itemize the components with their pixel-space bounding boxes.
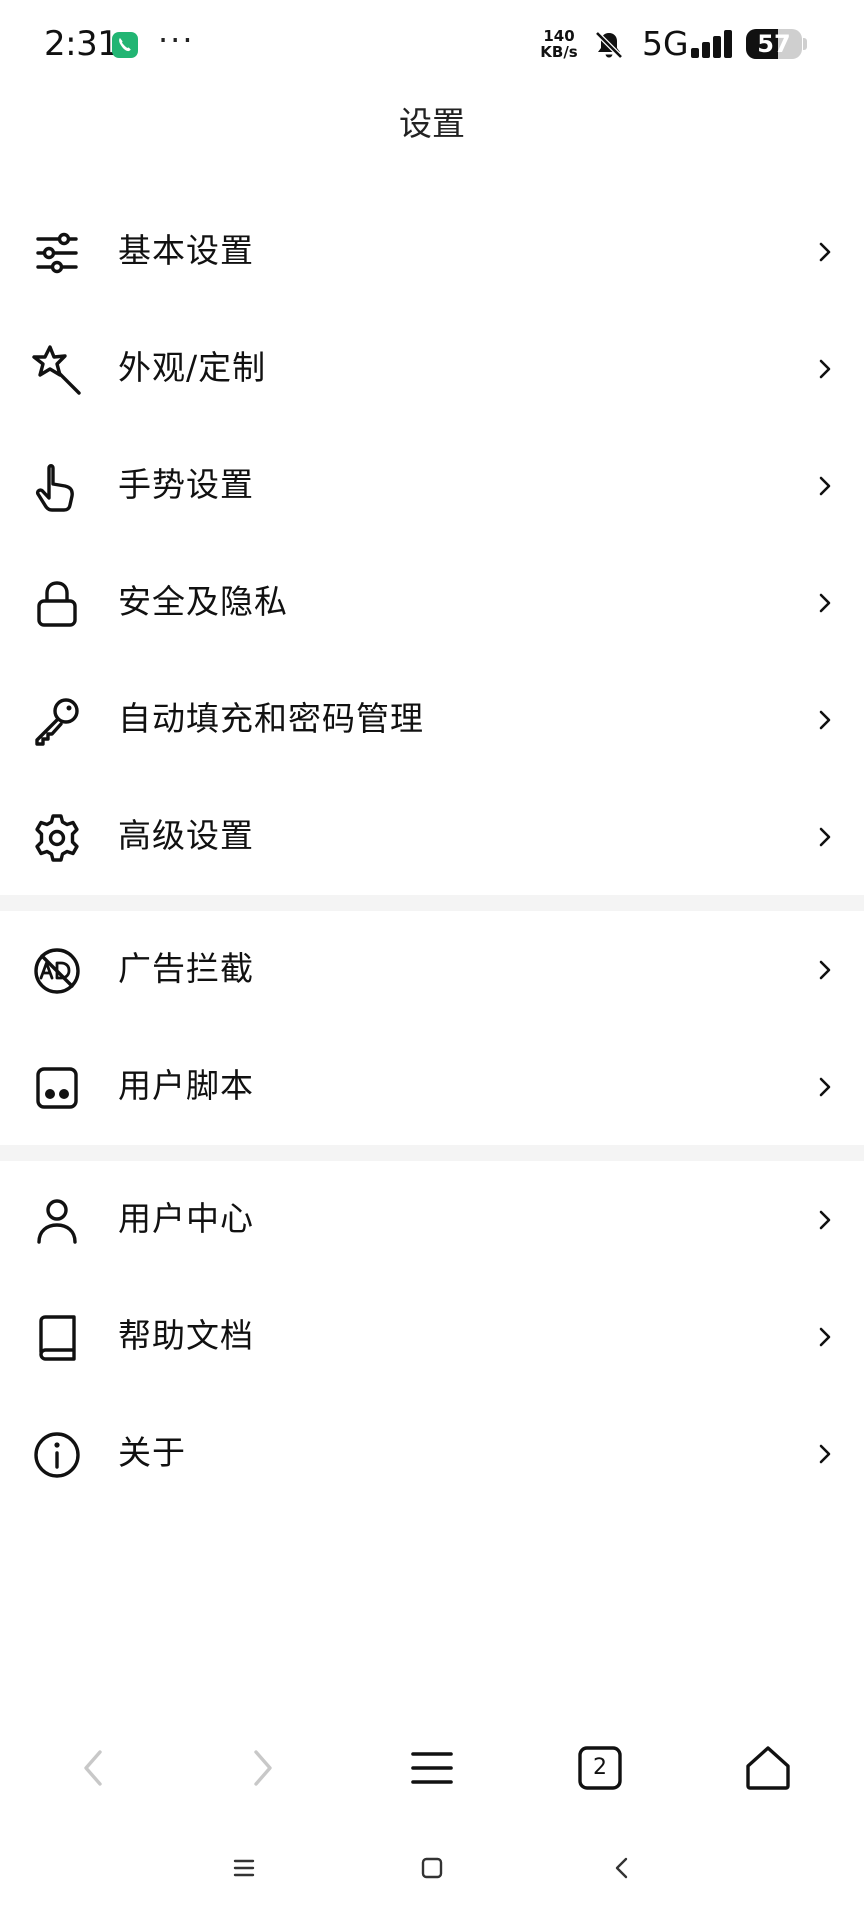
settings-item-userscript[interactable]: 用户脚本 (0, 1028, 864, 1145)
settings-item-security[interactable]: 安全及隐私 (0, 544, 864, 661)
settings-item-about[interactable]: 关于 (0, 1395, 864, 1512)
recents-icon[interactable] (224, 1848, 264, 1888)
user-icon (30, 1194, 84, 1248)
chevron-right-icon (812, 1439, 838, 1469)
chevron-right-icon (812, 955, 838, 985)
settings-item-label: 自动填充和密码管理 (118, 699, 424, 738)
user-script-icon (30, 1061, 84, 1115)
settings-item-label: 安全及隐私 (118, 582, 288, 621)
phone-call-icon (112, 32, 138, 58)
settings-item-help[interactable]: 帮助文档 (0, 1278, 864, 1395)
chevron-right-icon (812, 1205, 838, 1235)
sliders-icon (30, 226, 84, 280)
battery-icon: 57 (746, 29, 802, 59)
settings-item-label: 帮助文档 (118, 1316, 254, 1355)
settings-item-adblock[interactable]: 广告拦截 (0, 911, 864, 1028)
settings-item-autofill[interactable]: 自动填充和密码管理 (0, 661, 864, 778)
section-divider (0, 1145, 864, 1161)
battery-cap (803, 38, 807, 50)
back-arrow-icon[interactable] (62, 1736, 126, 1800)
section-divider (0, 895, 864, 911)
chevron-right-icon (812, 705, 838, 735)
network-speed-value: 140 (543, 27, 575, 45)
chevron-right-icon (812, 822, 838, 852)
back-icon[interactable] (602, 1848, 642, 1888)
settings-item-label: 用户脚本 (118, 1066, 254, 1105)
chevron-right-icon (812, 471, 838, 501)
signal-icon (690, 28, 736, 60)
settings-item-label: 手势设置 (118, 465, 254, 504)
home-icon[interactable] (736, 1736, 800, 1800)
settings-screen: 2:31 ··· 140 KB/s 5G 57 设置 基本设置 外观/定制 手势… (0, 0, 864, 1920)
info-icon (30, 1428, 84, 1482)
settings-item-label: 高级设置 (118, 816, 254, 855)
settings-item-label: 广告拦截 (118, 949, 254, 988)
tab-count: 2 (593, 1755, 607, 1780)
network-speed-unit: KB/s (540, 43, 578, 61)
settings-item-label: 关于 (118, 1433, 186, 1472)
chevron-right-icon (812, 354, 838, 384)
book-icon (30, 1311, 84, 1365)
tabs-icon[interactable]: 2 (568, 1736, 632, 1800)
settings-item-gesture[interactable]: 手势设置 (0, 427, 864, 544)
magic-wand-icon (30, 343, 84, 397)
chevron-right-icon (812, 1322, 838, 1352)
gear-icon (30, 811, 84, 865)
key-icon (30, 694, 84, 748)
network-type: 5G (642, 24, 689, 63)
home-square-icon[interactable] (412, 1848, 452, 1888)
status-more-indicator: ··· (158, 21, 195, 59)
settings-item-appearance[interactable]: 外观/定制 (0, 310, 864, 427)
battery-level: 57 (757, 30, 791, 58)
status-time: 2:31 (44, 24, 119, 64)
system-nav-bar (0, 1838, 864, 1900)
hand-pointer-icon (30, 460, 84, 514)
settings-item-basic[interactable]: 基本设置 (0, 193, 864, 310)
chevron-right-icon (812, 588, 838, 618)
settings-item-label: 用户中心 (118, 1199, 254, 1238)
chevron-right-icon (812, 237, 838, 267)
settings-item-label: 外观/定制 (118, 348, 267, 387)
ad-block-icon (30, 944, 84, 998)
settings-list: 基本设置 外观/定制 手势设置 安全及隐私 自动填充和密码管理 高级设置 广告拦… (0, 193, 864, 1512)
chevron-right-icon (812, 1072, 838, 1102)
menu-icon[interactable] (400, 1736, 464, 1800)
page-title: 设置 (399, 104, 465, 143)
settings-item-label: 基本设置 (118, 231, 254, 270)
settings-item-user-center[interactable]: 用户中心 (0, 1161, 864, 1278)
settings-item-advanced[interactable]: 高级设置 (0, 778, 864, 895)
browser-toolbar: 2 (0, 1722, 864, 1814)
bell-off-icon (592, 28, 626, 62)
status-bar: 2:31 ··· 140 KB/s 5G 57 (0, 0, 864, 88)
network-speed: 140 KB/s (536, 28, 582, 60)
forward-arrow-icon[interactable] (230, 1736, 294, 1800)
lock-icon (30, 577, 84, 631)
